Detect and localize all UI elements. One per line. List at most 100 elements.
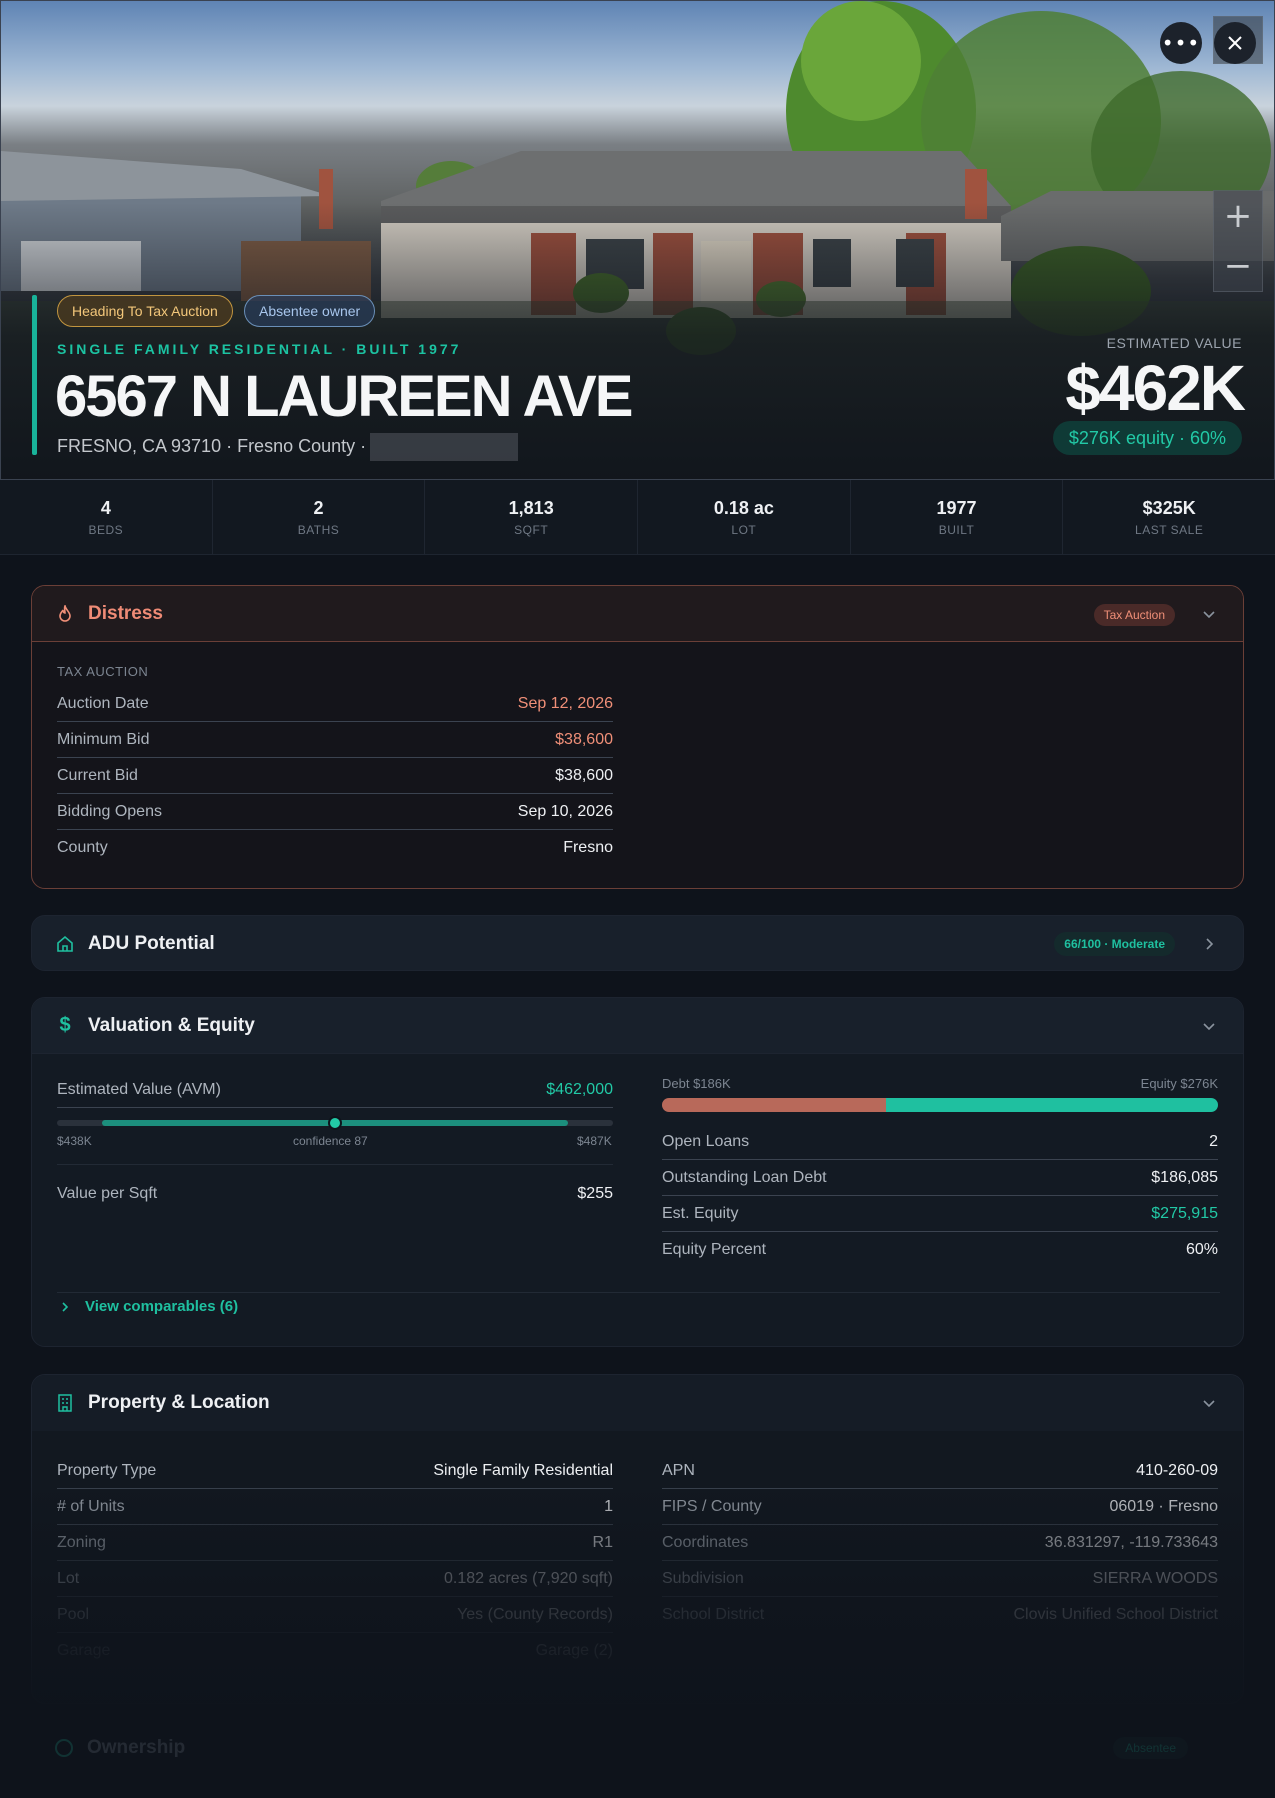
stat-sqft: 1,813 SQFT [425, 480, 639, 554]
location-detail-row: APN 410-260-09 [662, 1453, 1218, 1489]
row-value: Sep 12, 2026 [517, 694, 613, 712]
more-options-button[interactable]: ••• [1160, 22, 1202, 64]
city-line: FRESNO, CA 93710 · Fresno County · [57, 433, 519, 461]
distress-header[interactable]: Distress Tax Auction [32, 586, 1243, 642]
view-comparables-label: View comparables (6) [85, 1298, 239, 1315]
tag-tax-auction: Heading To Tax Auction [57, 295, 233, 327]
auction-detail-row: Minimum Bid $38,600 [57, 722, 613, 758]
property-detail-row: Lot 0.182 acres (7,920 sqft) [57, 1561, 613, 1597]
valuation-equity-card: $ Valuation & Equity Estimated Value (AV… [31, 997, 1244, 1347]
row-key: Subdivision [662, 1569, 744, 1587]
property-detail-row: Zoning R1 [57, 1525, 613, 1561]
confidence-label: confidence 87 [293, 1134, 368, 1148]
stat-value: 1,813 [508, 498, 554, 518]
city-text: FRESNO, CA 93710 · Fresno County · [57, 435, 367, 456]
row-key: Property Type [57, 1461, 157, 1479]
adu-potential-card[interactable]: ADU Potential 66/100 · Moderate [31, 915, 1244, 971]
row-value: 410-260-09 [1136, 1461, 1218, 1479]
ownership-card-header[interactable]: Ownership Absentee [31, 1720, 1244, 1776]
location-detail-row: School District Clovis Unified School Dis… [662, 1597, 1218, 1633]
close-button[interactable] [1214, 22, 1256, 64]
adu-header[interactable]: ADU Potential 66/100 · Moderate [32, 916, 1243, 970]
row-key: School District [662, 1606, 765, 1623]
row-value: SIERRA WOODS [1092, 1569, 1218, 1587]
property-header[interactable]: Property & Location [32, 1375, 1243, 1431]
row-value: 2 [1209, 1132, 1218, 1150]
divider [57, 1292, 1220, 1293]
row-key: Pool [57, 1605, 90, 1623]
close-icon [1228, 36, 1242, 50]
stat-label: LAST SALE [1135, 523, 1204, 537]
value-per-sqft: $255 [577, 1185, 613, 1202]
chevron-down-icon[interactable] [1199, 1016, 1219, 1036]
property-title: Property & Location [88, 1392, 270, 1413]
stat-value: 1977 [936, 498, 977, 518]
avm-label: Estimated Value (AVM) [57, 1080, 221, 1098]
range-high: $487K [577, 1134, 612, 1148]
building-icon [56, 1394, 74, 1412]
row-value: $38,600 [555, 766, 613, 784]
auction-detail-row: Auction Date Sep 12, 2026 [57, 686, 613, 722]
row-key: Minimum Bid [57, 730, 150, 748]
stat-label: BEDS [88, 523, 124, 537]
distress-title: Distress [88, 602, 163, 624]
row-key: Auction Date [57, 694, 149, 712]
row-key: Outstanding Loan Debt [662, 1168, 827, 1186]
row-key: Zoning [57, 1533, 106, 1551]
stat-label: LOT [731, 523, 757, 537]
row-value: Single Family Residential [433, 1461, 613, 1479]
avm-value: $462,000 [546, 1080, 613, 1098]
row-key: Current Bid [57, 766, 138, 784]
flame-icon [56, 604, 74, 623]
estimated-value: $462K [1065, 352, 1246, 424]
row-value: Yes (County Records) [457, 1605, 613, 1623]
title-accent-bar [32, 295, 37, 455]
location-detail-row: Subdivision SIERRA WOODS [662, 1561, 1218, 1597]
value-per-sqft-row: Value per Sqft $255 [57, 1176, 613, 1212]
zoom-out-button[interactable]: − [1214, 241, 1262, 291]
tag-absentee-owner: Absentee owner [244, 295, 376, 327]
zoom-in-button[interactable]: + [1214, 191, 1262, 241]
stat-label: BUILT [938, 523, 975, 537]
view-comparables-link[interactable]: View comparables (6) [57, 1298, 238, 1315]
dollar-icon: $ [59, 1014, 71, 1036]
row-value: 0.182 acres (7,920 sqft) [444, 1569, 613, 1587]
more-horizontal-icon: ••• [1161, 31, 1201, 55]
valuation-header[interactable]: $ Valuation & Equity [32, 998, 1243, 1054]
map-zoom-controls: + − [1213, 190, 1263, 292]
redacted-block [370, 433, 519, 461]
home-icon [56, 935, 74, 953]
row-value: R1 [592, 1533, 613, 1551]
stat-label: SQFT [514, 523, 549, 537]
row-key: APN [662, 1461, 695, 1479]
row-key: Equity Percent [662, 1241, 767, 1258]
stat-label: BATHS [297, 523, 340, 537]
distress-badge: Tax Auction [1093, 604, 1175, 626]
row-key: Lot [57, 1569, 80, 1587]
debt-equity-bar [662, 1098, 1218, 1112]
chevron-right-icon[interactable] [1199, 934, 1219, 954]
stat-value: 0.18 ac [713, 498, 774, 518]
chevron-down-icon[interactable] [1199, 604, 1219, 624]
ownership-badge: Absentee [1113, 1737, 1188, 1759]
location-detail-row: Coordinates 36.831297, -119.733643 [662, 1525, 1218, 1561]
stat-value: 2 [313, 498, 324, 518]
stat-baths: 2 BATHS [213, 480, 426, 554]
ownership-title: Ownership [87, 1737, 186, 1758]
range-low: $438K [57, 1134, 92, 1148]
adu-title: ADU Potential [88, 933, 215, 954]
equity-segment [886, 1098, 1218, 1112]
loan-detail-row: Equity Percent 60% [662, 1232, 1218, 1268]
row-key: # of Units [57, 1497, 125, 1515]
row-value: $275,915 [1151, 1204, 1218, 1222]
divider [57, 1164, 613, 1165]
chevron-down-icon[interactable] [1199, 1393, 1219, 1413]
property-location-card: Property & Location Property Type Single … [31, 1374, 1244, 1704]
stat-value: $325K [1142, 498, 1196, 518]
property-address: 6567 N LAUREEN AVE [55, 364, 633, 429]
chevron-right-icon [62, 1301, 69, 1312]
stats-bar: 4 BEDS 2 BATHS 1,813 SQFT 0.18 ac LOT 1977 BUILT $… [0, 480, 1275, 555]
debt-segment [662, 1098, 887, 1112]
person-icon [55, 1739, 73, 1757]
row-value: 60% [1185, 1241, 1218, 1258]
